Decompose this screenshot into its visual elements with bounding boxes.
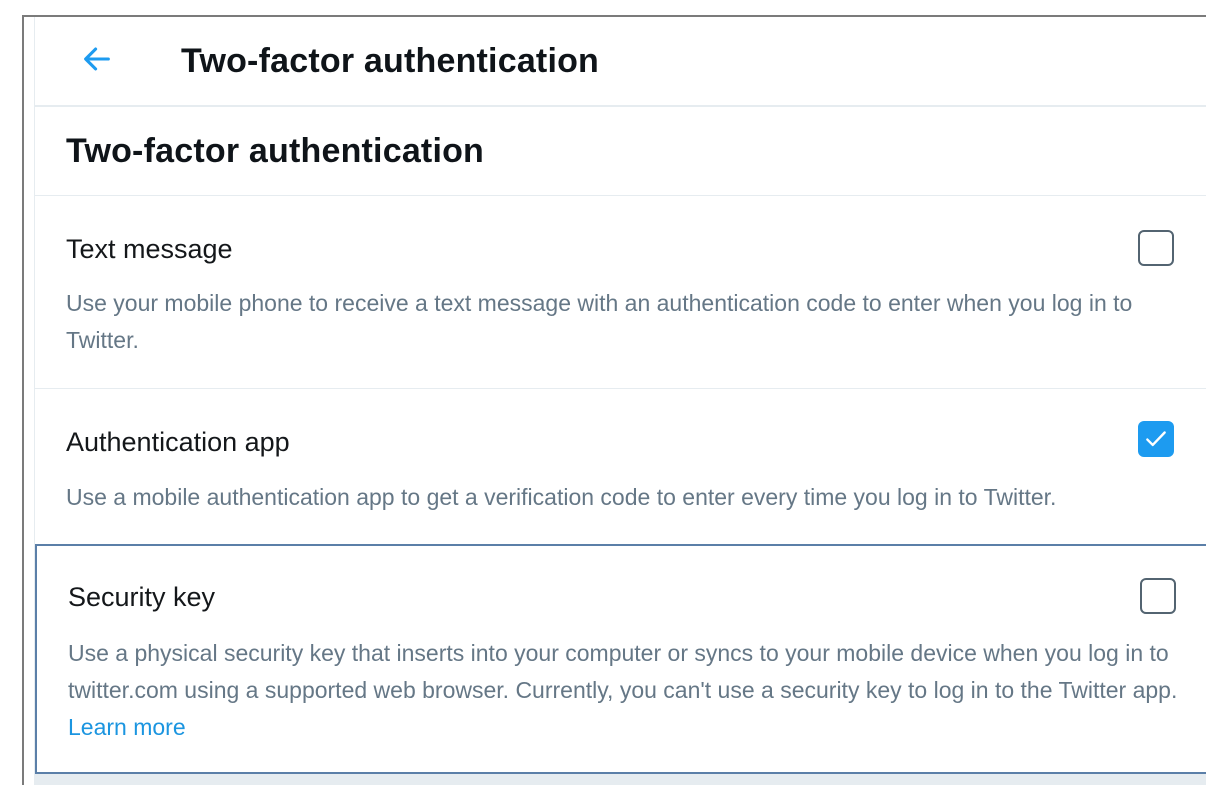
option-label: Security key <box>68 582 216 612</box>
learn-more-link[interactable]: Learn more <box>68 714 186 740</box>
checkmark-icon <box>1146 431 1166 447</box>
option-label: Text message <box>66 234 233 264</box>
window-border-left <box>22 15 24 785</box>
option-description: Use a physical security key that inserts… <box>68 635 1178 746</box>
option-label: Authentication app <box>66 427 290 457</box>
footer-divider <box>35 774 1206 785</box>
option-authentication-app[interactable]: Authentication app Use a mobile authenti… <box>35 390 1206 544</box>
description-text: Use a physical security key that inserts… <box>68 640 1178 703</box>
authentication-app-checkbox[interactable] <box>1138 421 1174 457</box>
option-description: Use a mobile authentication app to get a… <box>66 484 1057 510</box>
arrow-left-icon <box>84 47 110 71</box>
section-heading: Two-factor authentication <box>35 107 1206 196</box>
settings-panel: Two-factor authentication Two-factor aut… <box>34 17 1206 785</box>
back-button[interactable] <box>75 37 119 81</box>
security-key-checkbox[interactable] <box>1140 578 1176 614</box>
page-title: Two-factor authentication <box>181 42 600 80</box>
page-header: Two-factor authentication <box>35 17 1206 107</box>
text-message-checkbox[interactable] <box>1138 230 1174 266</box>
section-title: Two-factor authentication <box>66 132 485 170</box>
option-security-key[interactable]: Security key Use a physical security key… <box>35 544 1206 774</box>
option-text-message[interactable]: Text message Use your mobile phone to re… <box>35 196 1206 389</box>
app-window: Two-factor authentication Two-factor aut… <box>0 0 1206 785</box>
option-description: Use your mobile phone to receive a text … <box>66 290 1133 353</box>
